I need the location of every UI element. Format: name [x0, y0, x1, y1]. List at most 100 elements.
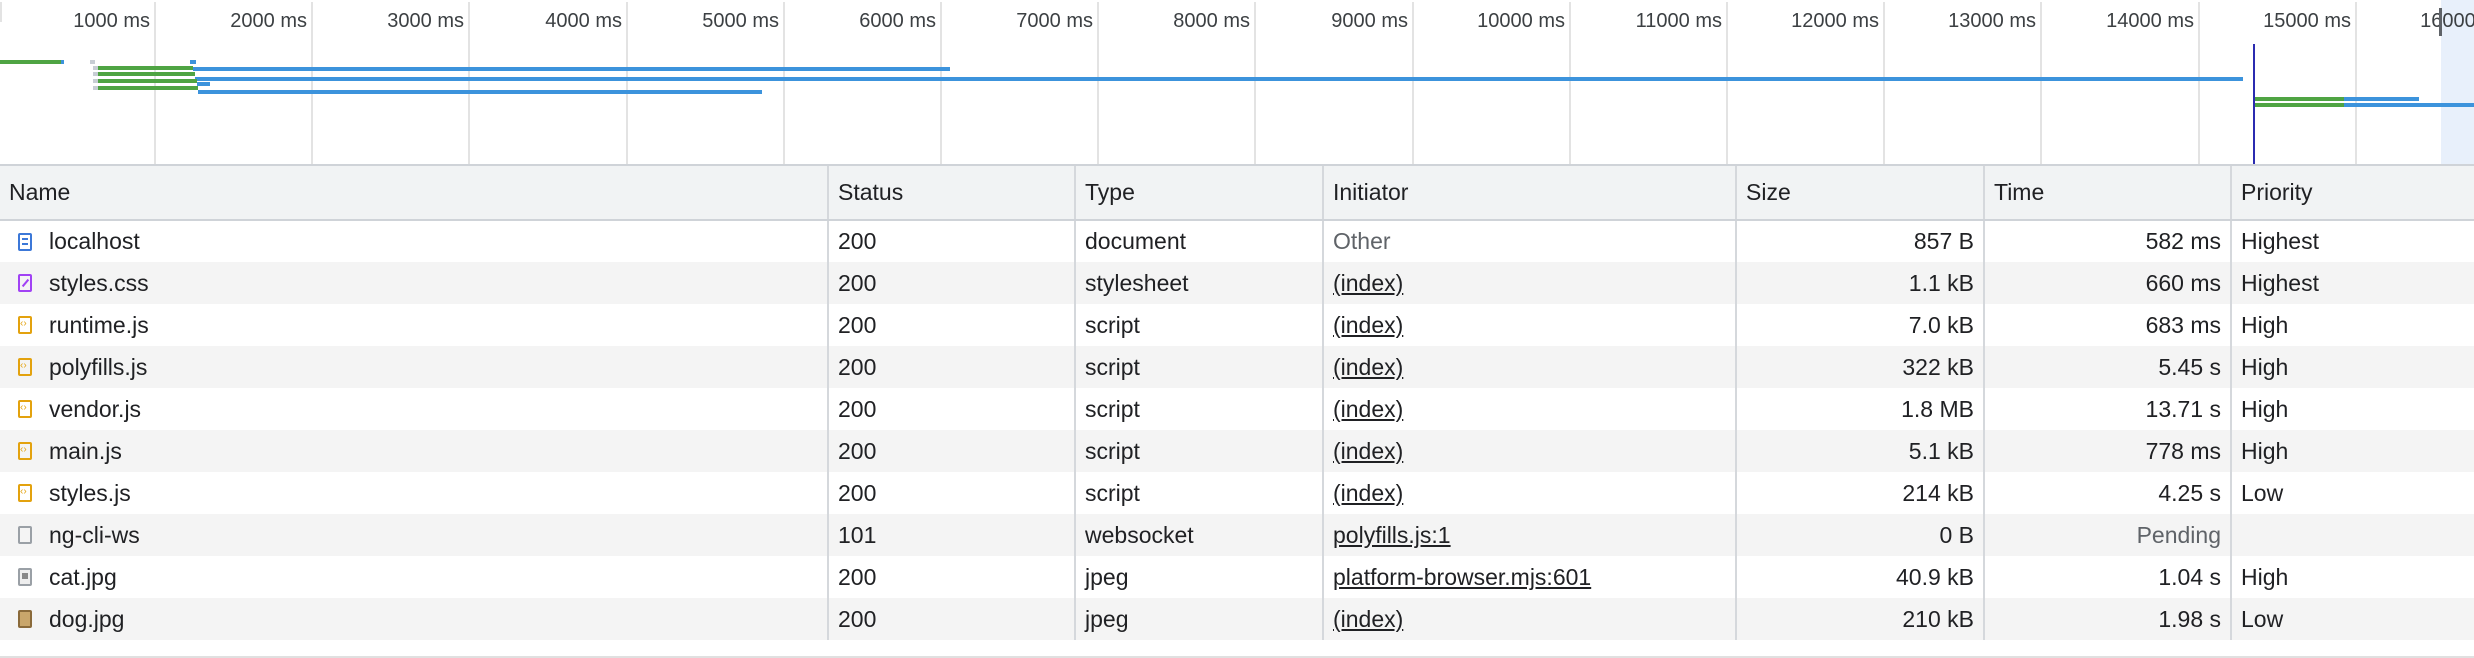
size-cell: 0 B: [1736, 514, 1985, 556]
download-bar: [193, 67, 950, 71]
initiator-cell: (index): [1323, 472, 1737, 514]
initiator-link[interactable]: (index): [1333, 438, 1403, 464]
overview-tick-label: 1000 ms: [73, 10, 150, 32]
overview-tick-label: 11000 ms: [1635, 10, 1722, 32]
overview-gridline: [0, 2, 2, 22]
request-row[interactable]: polyfills.js 200script (index) 322 kB5.45 s…: [0, 346, 2474, 388]
overview-resize-handle[interactable]: [2439, 8, 2442, 36]
status-cell: 200: [828, 556, 1076, 598]
priority-cell: High: [2231, 430, 2474, 472]
overview-gridline: [1097, 2, 1099, 164]
download-bar: [2344, 97, 2419, 101]
overview-tick-label: 6000 ms: [859, 10, 936, 32]
request-row[interactable]: cat.jpg 200 jpeg platform-browser.mjs:601 40…: [0, 556, 2474, 598]
type-cell: script: [1075, 472, 1324, 514]
overview-gridline: [2355, 2, 2357, 164]
request-row[interactable]: styles.css 200 stylesheet (index) 1.1 kB 660 …: [0, 262, 2474, 304]
request-name: polyfills.js: [49, 353, 148, 380]
overview-gridline: [2040, 2, 2042, 164]
type-cell: document: [1075, 220, 1324, 262]
time-cell: 1.04 s: [1984, 556, 2232, 598]
overview-tick-label: 8000 ms: [1173, 10, 1250, 32]
priority-cell: High: [2231, 346, 2474, 388]
stylesheet-icon: [18, 274, 32, 292]
request-row[interactable]: localhost 200 document Other 857 B 582 ms High…: [0, 220, 2474, 262]
image-thumbnail-icon: [18, 610, 32, 628]
name-cell[interactable]: runtime.js: [0, 304, 829, 346]
time-cell: 1.98 s: [1984, 598, 2232, 640]
request-row[interactable]: ng-cli-ws 101 websocket polyfills.js:1 0 B Pe…: [0, 514, 2474, 556]
name-cell[interactable]: dog.jpg: [0, 598, 829, 640]
network-overview[interactable]: 1000 ms 2000 ms 3000 ms 4000 ms 5000 ms 6000 …: [0, 0, 2474, 164]
request-name: main.js: [49, 437, 122, 464]
type-cell: jpeg: [1075, 598, 1324, 640]
initiator-link[interactable]: (index): [1333, 480, 1403, 506]
initiator-link[interactable]: (index): [1333, 396, 1403, 422]
name-cell[interactable]: ng-cli-ws: [0, 514, 829, 556]
column-header-type[interactable]: Type: [1075, 166, 1324, 221]
request-row[interactable]: main.js 200script (index) 5.1 kB778 msHigh: [0, 430, 2474, 472]
time-cell: 4.25 s: [1984, 472, 2232, 514]
request-row[interactable]: vendor.js 200script (index) 1.8 MB13.71 s Hi…: [0, 388, 2474, 430]
waiting-bar: [2255, 103, 2344, 107]
column-header-status[interactable]: Status: [828, 166, 1076, 221]
overview-tick-label: 12000 ms: [1791, 10, 1879, 32]
initiator-cell: (index): [1323, 346, 1737, 388]
type-cell: script: [1075, 304, 1324, 346]
initiator-cell: (index): [1323, 598, 1737, 640]
script-icon: [18, 484, 32, 502]
column-header-size[interactable]: Size: [1736, 166, 1985, 221]
priority-cell: Low: [2231, 598, 2474, 640]
type-cell: script: [1075, 388, 1324, 430]
size-cell: 1.1 kB: [1736, 262, 1985, 304]
script-icon: [18, 400, 32, 418]
priority-cell: Highest: [2241, 228, 2319, 254]
overview-tick-label: 16000 ms: [2420, 10, 2474, 32]
name-cell[interactable]: localhost: [0, 220, 829, 262]
column-header-time[interactable]: Time: [1984, 166, 2232, 221]
overview-tick-label: 4000 ms: [545, 10, 622, 32]
type-cell: script: [1075, 430, 1324, 472]
request-row[interactable]: runtime.js 200script (index) 7.0 kB683 ms Hi…: [0, 304, 2474, 346]
script-icon: [18, 358, 32, 376]
initiator-cell: (index): [1323, 430, 1737, 472]
waiting-bar: [98, 66, 193, 70]
overview-gridline: [1883, 2, 1885, 164]
request-name: styles.css: [49, 269, 149, 296]
queue-bar: [90, 60, 95, 64]
time-cell: Pending: [1984, 514, 2232, 556]
waiting-bar: [98, 79, 197, 83]
initiator-link[interactable]: (index): [1333, 354, 1403, 380]
column-header-name[interactable]: Name: [0, 166, 829, 221]
name-cell[interactable]: cat.jpg: [0, 556, 829, 598]
size-cell: 214 kB: [1736, 472, 1985, 514]
initiator-link[interactable]: (index): [1333, 606, 1403, 632]
initiator-link[interactable]: (index): [1333, 270, 1403, 296]
initiator-cell: (index): [1323, 262, 1737, 304]
request-row[interactable]: styles.js 200script (index) 214 kB4.25 s Low: [0, 472, 2474, 514]
overview-gridline: [1569, 2, 1571, 164]
status-cell: 200: [828, 262, 1076, 304]
request-row[interactable]: dog.jpg 200 jpeg (index) 210 kB 1.98 s Low: [0, 598, 2474, 640]
initiator-link[interactable]: (index): [1333, 312, 1403, 338]
overview-gridline: [1412, 2, 1414, 164]
name-cell[interactable]: vendor.js: [0, 388, 829, 430]
initiator-link[interactable]: platform-browser.mjs:601: [1333, 564, 1591, 590]
size-cell: 857 B: [1736, 220, 1985, 262]
name-cell[interactable]: styles.css: [0, 262, 829, 304]
status-cell: 200: [828, 304, 1076, 346]
waiting-bar: [2255, 97, 2344, 101]
column-header-initiator[interactable]: Initiator: [1323, 166, 1737, 221]
name-cell[interactable]: main.js: [0, 430, 829, 472]
waiting-bar: [0, 60, 61, 64]
request-table: Name Status Type Initiator Size Time Pri…: [0, 166, 2474, 658]
request-name: localhost: [49, 228, 140, 254]
initiator-cell: (index): [1323, 388, 1737, 430]
name-cell[interactable]: styles.js: [0, 472, 829, 514]
overview-tick-label: 5000 ms: [702, 10, 779, 32]
column-header-priority[interactable]: Priority: [2231, 166, 2474, 221]
name-cell[interactable]: polyfills.js: [0, 346, 829, 388]
initiator-link[interactable]: polyfills.js:1: [1333, 522, 1451, 548]
overview-tick-label: 3000 ms: [387, 10, 464, 32]
document-icon: [18, 232, 32, 251]
